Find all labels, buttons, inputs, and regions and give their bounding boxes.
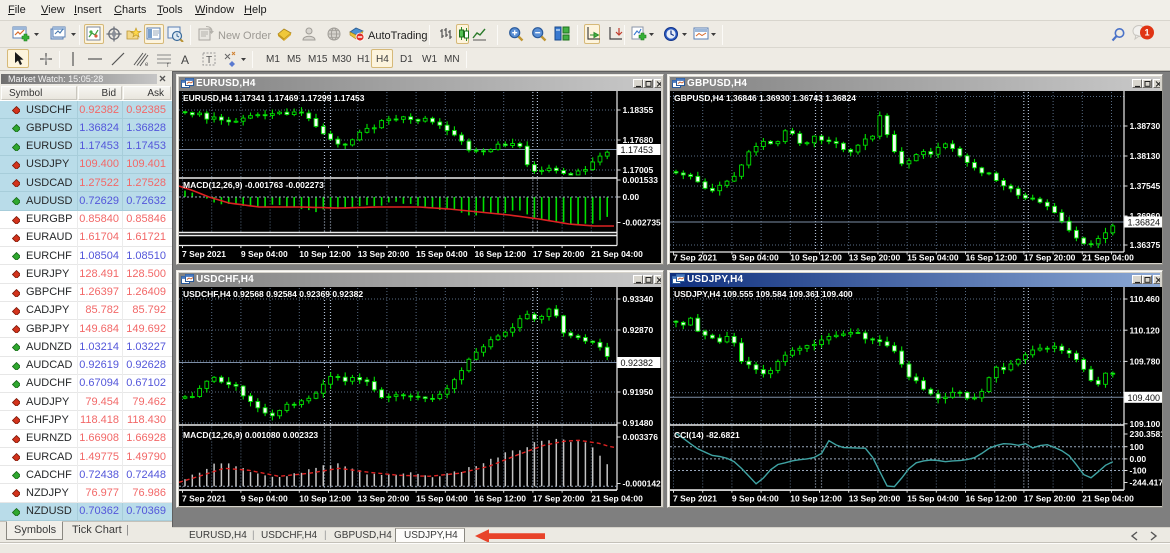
svg-text:-100: -100	[1130, 466, 1147, 476]
svg-text:17 Sep 20:00: 17 Sep 20:00	[1024, 494, 1076, 504]
svg-text:7 Sep 2021: 7 Sep 2021	[673, 494, 717, 504]
svg-text:1.36824: 1.36824	[1128, 218, 1161, 228]
svg-text:109.100: 109.100	[1130, 419, 1161, 429]
svg-text:9 Sep 04:00: 9 Sep 04:00	[732, 253, 779, 263]
svg-text:13 Sep 20:00: 13 Sep 20:00	[358, 494, 410, 504]
svg-text:MACD(12,26,9) -0.001763 -0.002: MACD(12,26,9) -0.001763 -0.002273	[183, 180, 324, 190]
svg-text:e: e	[145, 62, 149, 67]
svg-text:15 Sep 04:00: 15 Sep 04:00	[416, 249, 468, 259]
svg-text:17 Sep 20:00: 17 Sep 20:00	[533, 249, 585, 259]
svg-text:0.91480: 0.91480	[623, 418, 654, 428]
svg-text:16 Sep 12:00: 16 Sep 12:00	[966, 253, 1018, 263]
svg-text:T: T	[206, 55, 212, 66]
svg-text:1.38130: 1.38130	[1130, 151, 1161, 161]
svg-text:CCI(14) -82.6821: CCI(14) -82.6821	[674, 430, 740, 440]
svg-text:0.92382: 0.92382	[621, 358, 654, 368]
svg-text:21 Sep 04:00: 21 Sep 04:00	[1082, 253, 1134, 263]
svg-text:0.001533: 0.001533	[623, 175, 659, 185]
svg-text:15 Sep 04:00: 15 Sep 04:00	[416, 494, 468, 504]
svg-text:GBPUSD,H4 1.36846 1.36930 1.36: GBPUSD,H4 1.36846 1.36930 1.36743 1.3682…	[674, 93, 856, 103]
svg-text:0.93340: 0.93340	[623, 294, 654, 304]
svg-text:1: 1	[1144, 28, 1149, 38]
svg-text:16 Sep 12:00: 16 Sep 12:00	[475, 494, 527, 504]
svg-text:0.92870: 0.92870	[623, 325, 654, 335]
svg-text:13 Sep 20:00: 13 Sep 20:00	[358, 249, 410, 259]
svg-text:9 Sep 04:00: 9 Sep 04:00	[241, 494, 288, 504]
svg-text:13 Sep 20:00: 13 Sep 20:00	[849, 253, 901, 263]
svg-text:17 Sep 20:00: 17 Sep 20:00	[1024, 253, 1076, 263]
svg-text:21 Sep 04:00: 21 Sep 04:00	[591, 249, 643, 259]
svg-text:10 Sep 12:00: 10 Sep 12:00	[299, 249, 351, 259]
svg-text:109.400: 109.400	[1128, 393, 1161, 403]
svg-text:USDCHF,H4 0.92568 0.92584 0.92: USDCHF,H4 0.92568 0.92584 0.92369 0.9238…	[183, 289, 363, 299]
svg-text:110.460: 110.460	[1130, 294, 1161, 304]
svg-text:10 Sep 12:00: 10 Sep 12:00	[790, 494, 842, 504]
svg-text:9 Sep 04:00: 9 Sep 04:00	[241, 249, 288, 259]
svg-text:f: f	[167, 63, 169, 67]
svg-text:1.17005: 1.17005	[623, 165, 654, 175]
svg-text:EURUSD,H4 1.17341 1.17469 1.17: EURUSD,H4 1.17341 1.17469 1.17299 1.1745…	[183, 93, 365, 103]
svg-text:1.17680: 1.17680	[623, 135, 654, 145]
svg-text:10 Sep 12:00: 10 Sep 12:00	[299, 494, 351, 504]
svg-text:230.3581: 230.3581	[1130, 429, 1163, 439]
svg-text:0.00: 0.00	[1130, 454, 1147, 464]
svg-text:16 Sep 12:00: 16 Sep 12:00	[966, 494, 1018, 504]
svg-text:21 Sep 04:00: 21 Sep 04:00	[1082, 494, 1134, 504]
svg-text:-244.4176: -244.4176	[1130, 478, 1163, 488]
svg-text:110.120: 110.120	[1130, 325, 1161, 335]
svg-text:-0.000142: -0.000142	[623, 479, 662, 489]
svg-text:13 Sep 20:00: 13 Sep 20:00	[849, 494, 901, 504]
svg-text:0.91950: 0.91950	[623, 387, 654, 397]
svg-text:7 Sep 2021: 7 Sep 2021	[182, 494, 226, 504]
svg-text:1.17453: 1.17453	[621, 145, 654, 155]
svg-text:16 Sep 12:00: 16 Sep 12:00	[475, 249, 527, 259]
svg-text:0.003376: 0.003376	[623, 432, 659, 442]
svg-text:100: 100	[1130, 442, 1144, 452]
svg-text:1.36375: 1.36375	[1130, 240, 1161, 250]
svg-text:109.780: 109.780	[1130, 357, 1161, 367]
svg-text:1.37545: 1.37545	[1130, 181, 1161, 191]
svg-text:1.38730: 1.38730	[1130, 121, 1161, 131]
svg-text:17 Sep 20:00: 17 Sep 20:00	[533, 494, 585, 504]
svg-text:MACD(12,26,9) 0.001080 0.00232: MACD(12,26,9) 0.001080 0.002323	[183, 430, 318, 440]
svg-text:10 Sep 12:00: 10 Sep 12:00	[790, 253, 842, 263]
svg-text:15 Sep 04:00: 15 Sep 04:00	[907, 494, 959, 504]
svg-text:7 Sep 2021: 7 Sep 2021	[182, 249, 226, 259]
svg-text:1.18355: 1.18355	[623, 105, 654, 115]
svg-text:-0.002735: -0.002735	[623, 218, 662, 228]
svg-text:21 Sep 04:00: 21 Sep 04:00	[591, 494, 643, 504]
svg-text:0.00: 0.00	[623, 192, 640, 202]
svg-text:9 Sep 04:00: 9 Sep 04:00	[732, 494, 779, 504]
svg-text:15 Sep 04:00: 15 Sep 04:00	[907, 253, 959, 263]
svg-text:USDJPY,H4 109.555 109.584 109.: USDJPY,H4 109.555 109.584 109.361 109.40…	[674, 289, 853, 299]
svg-text:7 Sep 2021: 7 Sep 2021	[673, 253, 717, 263]
